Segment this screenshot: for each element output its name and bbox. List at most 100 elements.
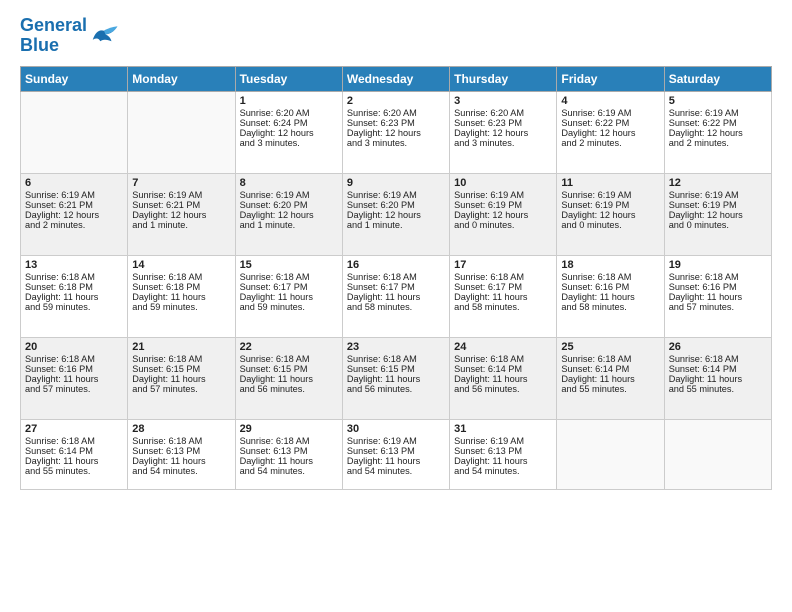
day-number: 25 [561,341,659,353]
day-number: 30 [347,423,445,435]
day-number: 19 [669,259,767,271]
calendar-cell [128,91,235,173]
day-number: 27 [25,423,123,435]
cell-content-line: Daylight: 11 hours [347,374,445,384]
cell-content-line: Sunset: 6:13 PM [347,446,445,456]
cell-content-line: Daylight: 12 hours [347,128,445,138]
cell-content-line: Sunrise: 6:19 AM [561,190,659,200]
cell-content-line: Daylight: 12 hours [240,128,338,138]
cell-content-line: and 56 minutes. [347,384,445,394]
calendar-cell: 18Sunrise: 6:18 AMSunset: 6:16 PMDayligh… [557,255,664,337]
cell-content-line: Sunset: 6:16 PM [669,282,767,292]
cell-content-line: Sunset: 6:17 PM [454,282,552,292]
cell-content-line: and 57 minutes. [25,384,123,394]
calendar-cell: 24Sunrise: 6:18 AMSunset: 6:14 PMDayligh… [450,337,557,419]
calendar-cell [557,419,664,489]
cell-content-line: Daylight: 11 hours [669,374,767,384]
day-number: 22 [240,341,338,353]
cell-content-line: and 55 minutes. [669,384,767,394]
cell-content-line: Sunset: 6:14 PM [25,446,123,456]
cell-content-line: Sunset: 6:19 PM [454,200,552,210]
calendar-cell: 25Sunrise: 6:18 AMSunset: 6:14 PMDayligh… [557,337,664,419]
calendar-cell: 27Sunrise: 6:18 AMSunset: 6:14 PMDayligh… [21,419,128,489]
cell-content-line: Sunset: 6:23 PM [347,118,445,128]
day-number: 29 [240,423,338,435]
weekday-header: Wednesday [342,66,449,91]
day-number: 10 [454,177,552,189]
cell-content-line: Sunrise: 6:19 AM [454,436,552,446]
cell-content-line: Sunset: 6:15 PM [240,364,338,374]
cell-content-line: and 56 minutes. [454,384,552,394]
cell-content-line: and 2 minutes. [25,220,123,230]
cell-content-line: Sunset: 6:22 PM [561,118,659,128]
cell-content-line: Sunrise: 6:18 AM [25,272,123,282]
calendar-cell: 3Sunrise: 6:20 AMSunset: 6:23 PMDaylight… [450,91,557,173]
cell-content-line: Daylight: 11 hours [454,374,552,384]
weekday-header: Friday [557,66,664,91]
cell-content-line: Sunset: 6:17 PM [347,282,445,292]
calendar-cell: 7Sunrise: 6:19 AMSunset: 6:21 PMDaylight… [128,173,235,255]
cell-content-line: Sunset: 6:21 PM [25,200,123,210]
day-number: 18 [561,259,659,271]
cell-content-line: Sunrise: 6:19 AM [561,108,659,118]
calendar-cell: 9Sunrise: 6:19 AMSunset: 6:20 PMDaylight… [342,173,449,255]
cell-content-line: Daylight: 11 hours [132,292,230,302]
cell-content-line: Sunrise: 6:19 AM [240,190,338,200]
cell-content-line: Sunset: 6:19 PM [669,200,767,210]
cell-content-line: Sunrise: 6:19 AM [132,190,230,200]
cell-content-line: Sunset: 6:18 PM [25,282,123,292]
cell-content-line: and 2 minutes. [561,138,659,148]
cell-content-line: and 58 minutes. [347,302,445,312]
calendar-cell [21,91,128,173]
day-number: 15 [240,259,338,271]
day-number: 23 [347,341,445,353]
logo-text-blue: Blue [20,36,87,56]
cell-content-line: Daylight: 12 hours [454,210,552,220]
calendar-cell: 16Sunrise: 6:18 AMSunset: 6:17 PMDayligh… [342,255,449,337]
day-number: 5 [669,95,767,107]
calendar-week-row: 27Sunrise: 6:18 AMSunset: 6:14 PMDayligh… [21,419,772,489]
cell-content-line: Sunset: 6:16 PM [25,364,123,374]
cell-content-line: Daylight: 11 hours [347,456,445,466]
cell-content-line: Sunrise: 6:19 AM [669,108,767,118]
cell-content-line: Daylight: 11 hours [132,456,230,466]
calendar-cell: 11Sunrise: 6:19 AMSunset: 6:19 PMDayligh… [557,173,664,255]
calendar-cell: 23Sunrise: 6:18 AMSunset: 6:15 PMDayligh… [342,337,449,419]
cell-content-line: Daylight: 11 hours [561,292,659,302]
cell-content-line: and 55 minutes. [25,466,123,476]
calendar-cell: 13Sunrise: 6:18 AMSunset: 6:18 PMDayligh… [21,255,128,337]
cell-content-line: and 1 minute. [347,220,445,230]
cell-content-line: Daylight: 12 hours [454,128,552,138]
cell-content-line: Sunrise: 6:18 AM [561,272,659,282]
cell-content-line: and 0 minutes. [669,220,767,230]
cell-content-line: Sunset: 6:19 PM [561,200,659,210]
cell-content-line: and 1 minute. [240,220,338,230]
cell-content-line: Daylight: 12 hours [347,210,445,220]
cell-content-line: Daylight: 11 hours [669,292,767,302]
day-number: 31 [454,423,552,435]
day-number: 12 [669,177,767,189]
cell-content-line: Sunrise: 6:20 AM [454,108,552,118]
cell-content-line: and 59 minutes. [25,302,123,312]
cell-content-line: Sunrise: 6:19 AM [669,190,767,200]
cell-content-line: and 0 minutes. [561,220,659,230]
day-number: 26 [669,341,767,353]
cell-content-line: Daylight: 12 hours [240,210,338,220]
cell-content-line: and 57 minutes. [132,384,230,394]
cell-content-line: Sunset: 6:22 PM [669,118,767,128]
calendar-cell: 20Sunrise: 6:18 AMSunset: 6:16 PMDayligh… [21,337,128,419]
weekday-header: Sunday [21,66,128,91]
cell-content-line: Sunrise: 6:18 AM [454,272,552,282]
weekday-header: Thursday [450,66,557,91]
cell-content-line: Daylight: 11 hours [347,292,445,302]
cell-content-line: Sunrise: 6:18 AM [132,354,230,364]
cell-content-line: and 57 minutes. [669,302,767,312]
cell-content-line: Sunrise: 6:18 AM [240,354,338,364]
cell-content-line: and 54 minutes. [347,466,445,476]
calendar-week-row: 20Sunrise: 6:18 AMSunset: 6:16 PMDayligh… [21,337,772,419]
cell-content-line: Sunrise: 6:19 AM [25,190,123,200]
cell-content-line: Sunset: 6:16 PM [561,282,659,292]
logo-text: General [20,16,87,36]
cell-content-line: Daylight: 11 hours [240,374,338,384]
cell-content-line: and 1 minute. [132,220,230,230]
